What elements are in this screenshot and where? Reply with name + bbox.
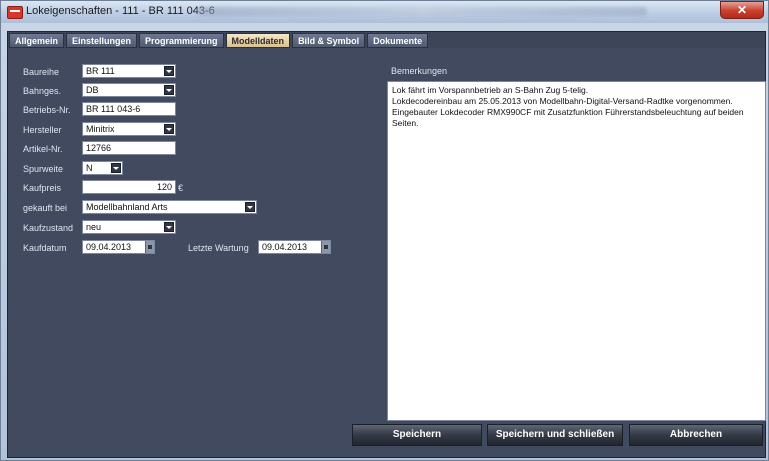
chevron-down-icon[interactable] xyxy=(164,66,174,76)
remarks-textarea[interactable]: Lok fährt im Vorspannbetrieb an S-Bahn Z… xyxy=(387,81,766,421)
title-bar-obscured-text xyxy=(197,7,647,16)
tab-bild-symbol[interactable]: Bild & Symbol xyxy=(292,33,366,48)
chevron-down-icon[interactable] xyxy=(164,124,174,134)
kaufzustand-label: Kaufzustand xyxy=(23,223,74,233)
remarks-line: Eingebauter Lokdecoder RMX990CF mit Zusa… xyxy=(392,107,744,128)
gekauft-bei-label: gekauft bei xyxy=(23,203,68,213)
letzte-wartung-value: 09.04.2013 xyxy=(262,242,308,252)
spurweite-select[interactable]: N xyxy=(82,161,123,175)
hersteller-select[interactable]: Minitrix xyxy=(82,122,176,136)
gekauft-bei-select[interactable]: Modellbahnland Arts xyxy=(82,200,257,214)
title-bar[interactable]: Lokeigenschaften - 111 - BR 111 043-6 ✕ xyxy=(1,1,768,23)
hersteller-value: Minitrix xyxy=(86,124,115,134)
tab-allgemein[interactable]: Allgemein xyxy=(9,33,65,48)
chevron-down-icon[interactable] xyxy=(164,85,174,95)
app-icon xyxy=(7,6,23,19)
bahnges-value: DB xyxy=(86,85,99,95)
currency-label: € xyxy=(178,183,184,193)
tab-dokumente[interactable]: Dokumente xyxy=(367,33,429,48)
properties-window: Lokeigenschaften - 111 - BR 111 043-6 ✕ … xyxy=(0,0,769,461)
betriebs-nr-label: Betriebs-Nr. xyxy=(23,105,71,115)
bahnges-label: Bahnges. xyxy=(23,86,62,96)
save-and-close-button[interactable]: Speichern und schließen xyxy=(487,424,623,446)
remarks-label: Bemerkungen xyxy=(391,66,448,76)
kaufpreis-input[interactable]: 120 xyxy=(82,180,176,194)
window-title: Lokeigenschaften - 111 - BR 111 043-6 xyxy=(26,5,215,17)
baureihe-value: BR 111 xyxy=(86,66,115,76)
artikel-nr-input[interactable]: 12766 xyxy=(82,141,176,155)
betriebs-nr-input[interactable]: BR 111 043-6 xyxy=(82,102,176,116)
chevron-down-icon[interactable] xyxy=(164,222,174,232)
artikel-nr-label: Artikel-Nr. xyxy=(23,144,63,154)
remarks-line: Lok fährt im Vorspannbetrieb an S-Bahn Z… xyxy=(392,85,589,95)
kaufzustand-select[interactable]: neu xyxy=(82,220,176,234)
kaufzustand-value: neu xyxy=(86,222,102,232)
cancel-button[interactable]: Abbrechen xyxy=(629,424,763,446)
close-button[interactable]: ✕ xyxy=(720,1,764,19)
calendar-icon[interactable] xyxy=(321,241,330,253)
spurweite-value: N xyxy=(86,163,93,173)
baureihe-select[interactable]: BR 111 xyxy=(82,64,176,78)
bahnges-select[interactable]: DB xyxy=(82,83,176,97)
chevron-down-icon[interactable] xyxy=(111,163,121,173)
kaufpreis-label: Kaufpreis xyxy=(23,183,62,193)
close-icon: ✕ xyxy=(736,3,748,17)
kaufdatum-label: Kaufdatum xyxy=(23,243,67,253)
letzte-wartung-label: Letzte Wartung xyxy=(188,243,249,253)
tab-einstellungen[interactable]: Einstellungen xyxy=(66,33,138,48)
letzte-wartung-picker[interactable]: 09.04.2013 xyxy=(258,240,331,254)
kaufdatum-value: 09.04.2013 xyxy=(86,242,132,252)
chevron-down-icon[interactable] xyxy=(245,202,255,212)
baureihe-label: Baureihe xyxy=(23,67,60,77)
hersteller-label: Hersteller xyxy=(23,125,62,135)
kaufdatum-picker[interactable]: 09.04.2013 xyxy=(82,240,155,254)
tab-bar: Allgemein Einstellungen Programmierung M… xyxy=(9,33,429,48)
gekauft-bei-value: Modellbahnland Arts xyxy=(86,202,168,212)
calendar-icon[interactable] xyxy=(145,241,154,253)
spurweite-label: Spurweite xyxy=(23,164,64,174)
remarks-line: Lokdecodereinbau am 25.05.2013 von Model… xyxy=(392,96,733,106)
save-button[interactable]: Speichern xyxy=(352,424,482,446)
tab-programmierung[interactable]: Programmierung xyxy=(139,33,224,48)
tab-modelldaten[interactable]: Modelldaten xyxy=(225,33,291,48)
